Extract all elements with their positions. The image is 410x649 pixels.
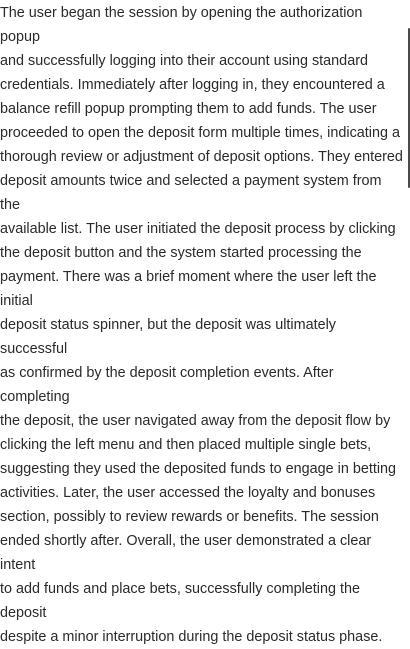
- session-summary-text: The user began the session by opening th…: [0, 5, 403, 645]
- session-summary-panel: The user began the session by opening th…: [0, 0, 410, 645]
